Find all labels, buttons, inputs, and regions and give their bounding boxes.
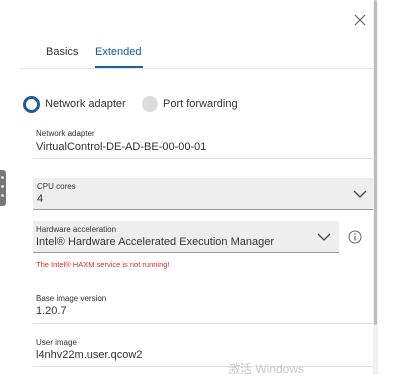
tab-divider bbox=[20, 68, 375, 69]
field-underline bbox=[33, 366, 373, 367]
chevron-down-icon bbox=[317, 233, 331, 241]
radio-selected-indicator bbox=[23, 95, 40, 113]
hardware-acceleration-select[interactable]: Hardware acceleration Intel® Hardware Ac… bbox=[33, 221, 339, 253]
radio-label: Port forwarding bbox=[163, 98, 238, 110]
base-image-version-value[interactable]: 1.20.7 bbox=[36, 305, 67, 317]
user-image-value[interactable]: l4nhv22m.user.qcow2 bbox=[36, 349, 142, 361]
radio-unselected-indicator bbox=[142, 96, 158, 112]
tab-extended[interactable]: Extended bbox=[95, 46, 141, 58]
scrollbar-thumb[interactable] bbox=[374, 0, 377, 325]
hardware-acceleration-value: Intel® Hardware Accelerated Execution Ma… bbox=[36, 236, 275, 248]
user-image-label: User image bbox=[36, 338, 77, 347]
close-icon bbox=[354, 14, 366, 26]
windows-activation-watermark: 激活 Windows bbox=[228, 362, 305, 376]
field-underline bbox=[33, 323, 373, 324]
grip-dot bbox=[1, 185, 4, 188]
hardware-acceleration-label: Hardware acceleration bbox=[36, 225, 117, 234]
network-adapter-value[interactable]: VirtualControl-DE-AD-BE-00-00-01 bbox=[36, 141, 206, 153]
cpu-cores-value: 4 bbox=[37, 193, 44, 205]
grip-dot bbox=[1, 176, 4, 179]
grip-dot bbox=[1, 194, 4, 197]
radio-port-forwarding[interactable]: Port forwarding bbox=[142, 95, 238, 113]
field-underline bbox=[33, 158, 373, 159]
cpu-cores-select[interactable]: CPU cores 4 bbox=[33, 178, 373, 210]
radio-label: Network adapter bbox=[45, 98, 126, 110]
info-icon[interactable] bbox=[348, 230, 362, 244]
cpu-cores-label: CPU cores bbox=[37, 182, 76, 191]
base-image-version-label: Base image version bbox=[36, 294, 107, 303]
panel-resize-handle[interactable] bbox=[0, 170, 6, 206]
tab-basics[interactable]: Basics bbox=[46, 46, 78, 58]
close-button[interactable] bbox=[350, 10, 370, 30]
chevron-down-icon bbox=[353, 190, 367, 198]
hardware-acceleration-error: The Intel® HAXM service is not running! bbox=[36, 260, 170, 269]
network-adapter-label: Network adapter bbox=[36, 129, 95, 138]
radio-network-adapter[interactable]: Network adapter bbox=[23, 95, 126, 113]
